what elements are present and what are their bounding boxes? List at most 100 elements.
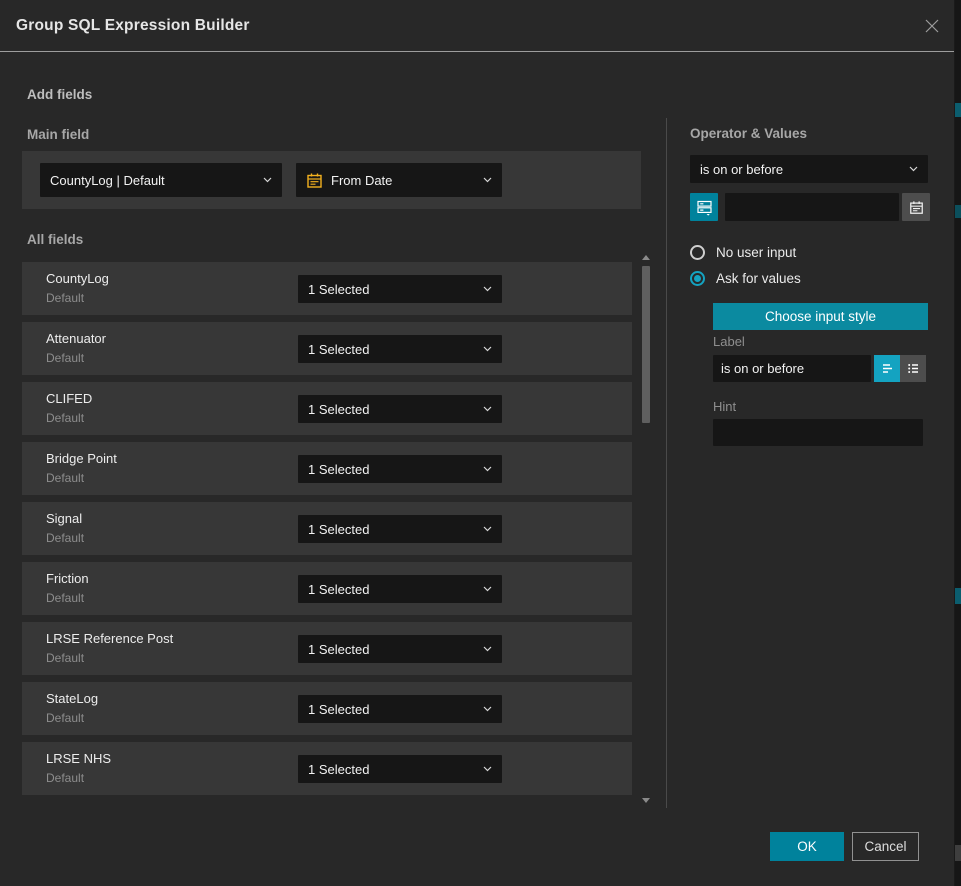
ok-button[interactable]: OK (770, 832, 844, 861)
radio-no-user-input[interactable]: No user input (690, 245, 796, 260)
label-field-label: Label (713, 334, 745, 349)
chevron-down-icon (483, 466, 492, 472)
field-subtitle: Default (46, 411, 84, 425)
chevron-down-icon (263, 177, 272, 183)
radio-icon (690, 245, 705, 260)
operator-values-panel: Operator & Values is on or before (690, 0, 930, 886)
label-entry-row (713, 355, 926, 382)
main-field-label: Main field (27, 127, 89, 142)
field-row: CLIFED Default 1 Selected (22, 382, 632, 435)
value-input[interactable] (725, 193, 899, 221)
main-date-field-select[interactable]: From Date (296, 163, 502, 197)
bulleted-list-icon (907, 362, 920, 375)
selected-count-label: 1 Selected (308, 402, 475, 417)
field-name: LRSE NHS (46, 751, 111, 766)
field-row: LRSE Reference Post Default 1 Selected (22, 622, 632, 675)
field-selected-dropdown[interactable]: 1 Selected (298, 695, 502, 723)
screen: Group SQL Expression Builder Add fields … (0, 0, 961, 886)
chevron-down-icon (483, 646, 492, 652)
field-selected-dropdown[interactable]: 1 Selected (298, 275, 502, 303)
field-row: Attenuator Default 1 Selected (22, 322, 632, 375)
calendar-icon (306, 172, 323, 189)
field-subtitle: Default (46, 711, 84, 725)
scroll-down-arrow-icon[interactable] (642, 798, 650, 803)
selected-count-label: 1 Selected (308, 702, 475, 717)
chevron-down-icon (483, 706, 492, 712)
field-subtitle: Default (46, 471, 84, 485)
field-selected-dropdown[interactable]: 1 Selected (298, 515, 502, 543)
chevron-down-icon (483, 766, 492, 772)
align-left-icon (881, 362, 894, 375)
field-name: StateLog (46, 691, 98, 706)
hint-field-label: Hint (713, 399, 736, 414)
all-fields-label: All fields (27, 232, 83, 247)
field-name: CLIFED (46, 391, 92, 406)
radio-ask-for-values[interactable]: Ask for values (690, 271, 801, 286)
field-subtitle: Default (46, 771, 84, 785)
dialog-title: Group SQL Expression Builder (16, 17, 250, 35)
field-subtitle: Default (46, 591, 84, 605)
main-layer-select[interactable]: CountyLog | Default (40, 163, 282, 197)
date-picker-button[interactable] (902, 193, 930, 221)
selected-count-label: 1 Selected (308, 462, 475, 477)
unique-values-button[interactable] (690, 193, 718, 221)
operator-select-value: is on or before (700, 162, 901, 177)
field-row: LRSE NHS Default 1 Selected (22, 742, 632, 795)
field-row: Bridge Point Default 1 Selected (22, 442, 632, 495)
field-selected-dropdown[interactable]: 1 Selected (298, 455, 502, 483)
field-name: CountyLog (46, 271, 109, 286)
add-fields-heading: Add fields (27, 87, 92, 102)
all-fields-list: CountyLog Default 1 Selected Attenuator … (22, 262, 632, 802)
chevron-down-icon (909, 166, 918, 172)
field-name: Signal (46, 511, 82, 526)
field-name: Attenuator (46, 331, 106, 346)
unique-values-icon (696, 199, 713, 216)
background-strip-segment (955, 588, 961, 604)
label-input[interactable] (713, 355, 871, 382)
value-entry-row (690, 193, 930, 221)
field-row: Signal Default 1 Selected (22, 502, 632, 555)
chevron-down-icon (483, 286, 492, 292)
choose-input-style-button[interactable]: Choose input style (713, 303, 928, 330)
field-row: StateLog Default 1 Selected (22, 682, 632, 735)
scrollbar-thumb[interactable] (642, 266, 650, 423)
main-date-select-value: From Date (331, 173, 475, 188)
group-sql-expression-builder-dialog: Group SQL Expression Builder Add fields … (0, 0, 955, 886)
chevron-down-icon (483, 177, 492, 183)
selected-count-label: 1 Selected (308, 762, 475, 777)
scroll-up-arrow-icon[interactable] (642, 255, 650, 260)
list-scrollbar[interactable] (641, 253, 652, 805)
chevron-down-icon (483, 346, 492, 352)
background-strip-segment (955, 103, 961, 117)
selected-count-label: 1 Selected (308, 582, 475, 597)
calendar-icon (909, 200, 924, 215)
field-selected-dropdown[interactable]: 1 Selected (298, 335, 502, 363)
radio-ask-for-values-label: Ask for values (716, 271, 801, 286)
field-name: Bridge Point (46, 451, 117, 466)
column-divider (666, 118, 667, 808)
cancel-button[interactable]: Cancel (852, 832, 919, 861)
radio-icon (690, 271, 705, 286)
selected-count-label: 1 Selected (308, 342, 475, 357)
background-strip (955, 0, 961, 886)
field-row: Friction Default 1 Selected (22, 562, 632, 615)
single-value-toggle-button[interactable] (874, 355, 900, 382)
selected-count-label: 1 Selected (308, 642, 475, 657)
field-subtitle: Default (46, 651, 84, 665)
main-field-panel: CountyLog | Default From Date (22, 151, 641, 209)
selected-count-label: 1 Selected (308, 522, 475, 537)
chevron-down-icon (483, 406, 492, 412)
selected-count-label: 1 Selected (308, 282, 475, 297)
operator-select[interactable]: is on or before (690, 155, 928, 183)
field-selected-dropdown[interactable]: 1 Selected (298, 755, 502, 783)
field-name: Friction (46, 571, 89, 586)
background-strip-segment (955, 205, 961, 218)
field-selected-dropdown[interactable]: 1 Selected (298, 395, 502, 423)
hint-input[interactable] (713, 419, 923, 446)
chevron-down-icon (483, 586, 492, 592)
operator-values-heading: Operator & Values (690, 126, 807, 141)
field-subtitle: Default (46, 351, 84, 365)
field-selected-dropdown[interactable]: 1 Selected (298, 575, 502, 603)
field-selected-dropdown[interactable]: 1 Selected (298, 635, 502, 663)
list-value-toggle-button[interactable] (900, 355, 926, 382)
